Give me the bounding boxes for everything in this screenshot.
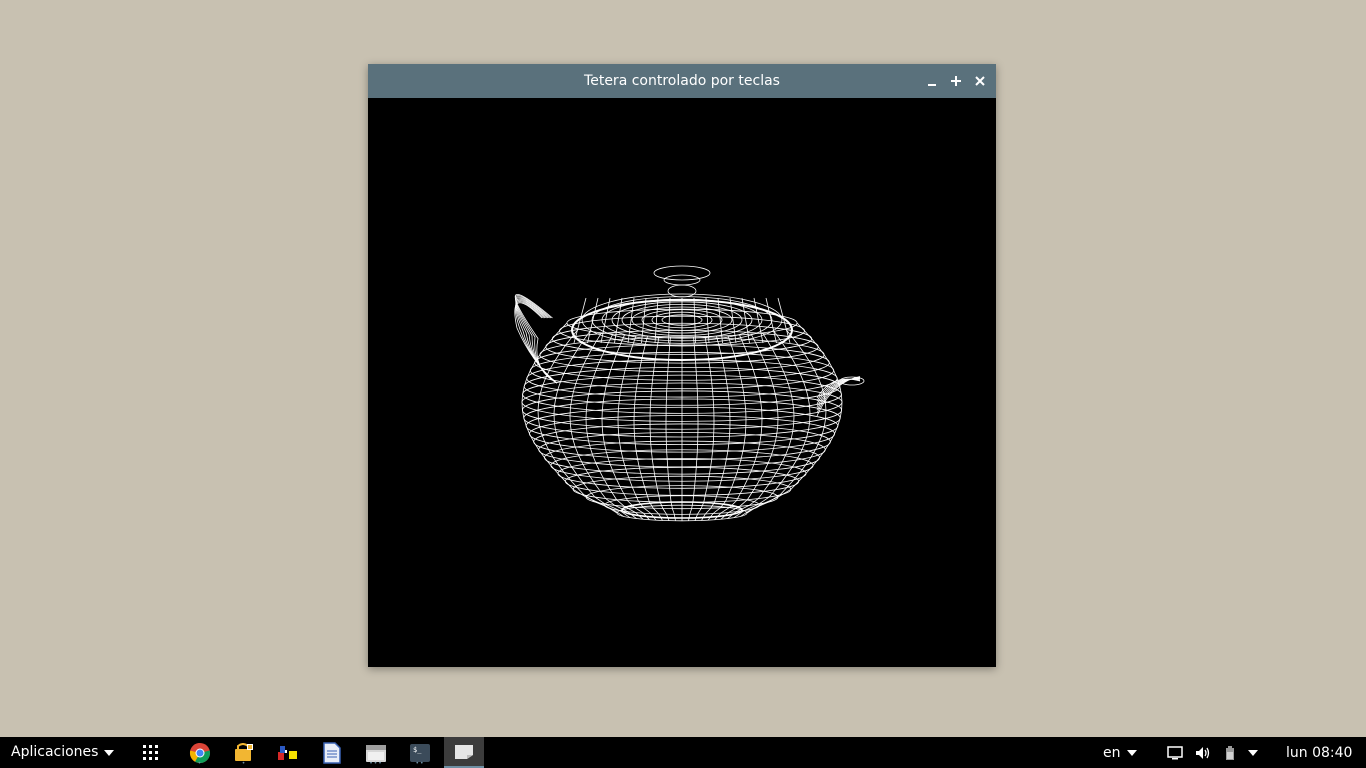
- running-indicator: •: [241, 760, 247, 767]
- volume-tray-button[interactable]: [1195, 737, 1211, 768]
- battery-tray-button[interactable]: [1225, 737, 1235, 768]
- minimize-icon: [928, 84, 936, 86]
- chevron-down-icon: [104, 749, 115, 756]
- display-tray-button[interactable]: [1167, 737, 1183, 768]
- close-icon: [975, 76, 985, 86]
- window-titlebar[interactable]: Tetera controlado por teclas: [368, 64, 996, 98]
- running-indicator: •••: [369, 760, 383, 767]
- window-controls: [924, 64, 988, 98]
- monitor-icon: [1167, 745, 1183, 759]
- clock-label: lun 08:40: [1286, 744, 1353, 761]
- file-manager-launcher[interactable]: •••: [356, 737, 396, 768]
- running-indicator: ••: [415, 760, 425, 767]
- chevron-down-icon: [1126, 749, 1137, 756]
- close-button[interactable]: [972, 73, 988, 89]
- svg-text:$_: $_: [413, 746, 422, 754]
- keyboard-layout-label: en: [1103, 744, 1121, 761]
- chevron-down-icon: [1248, 749, 1258, 756]
- maximize-icon: [951, 76, 961, 86]
- app-grid-button[interactable]: [131, 737, 171, 768]
- teapot-wireframe: [514, 265, 865, 522]
- running-indicator: •: [197, 760, 203, 767]
- document-editor-launcher[interactable]: [312, 737, 352, 768]
- clock[interactable]: lun 08:40: [1286, 737, 1352, 768]
- teapot-app-task[interactable]: [444, 737, 484, 768]
- teapot-app-icon: [455, 744, 473, 759]
- color-tool-launcher[interactable]: [268, 737, 308, 768]
- maximize-button[interactable]: [948, 73, 964, 89]
- app-grid-icon: [143, 744, 158, 760]
- minimize-button[interactable]: [924, 73, 940, 89]
- terminal-launcher[interactable]: $_ ••: [400, 737, 440, 768]
- color-tool-icon: [278, 745, 297, 760]
- taskbar: Aplicaciones • • ••• $_ •• en lun 08:40: [0, 737, 1366, 768]
- software-store-launcher[interactable]: •: [224, 737, 264, 768]
- opengl-canvas[interactable]: [368, 98, 996, 667]
- document-editor-icon: [323, 741, 341, 764]
- chrome-launcher[interactable]: •: [180, 737, 220, 768]
- system-menu-button[interactable]: [1248, 737, 1258, 768]
- window-title: Tetera controlado por teclas: [584, 73, 780, 89]
- applications-menu[interactable]: Aplicaciones: [11, 737, 115, 768]
- applications-label: Aplicaciones: [11, 744, 99, 760]
- teapot-window[interactable]: Tetera controlado por teclas: [368, 64, 996, 667]
- keyboard-layout-selector[interactable]: en: [1103, 737, 1137, 768]
- battery-icon: [1226, 745, 1234, 760]
- volume-icon: [1196, 746, 1210, 759]
